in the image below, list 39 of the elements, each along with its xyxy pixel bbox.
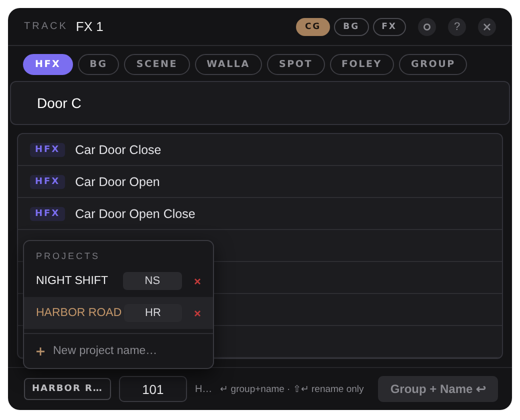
category-tab[interactable]: HFX	[23, 54, 73, 75]
mode-toggle[interactable]: FX	[372, 18, 406, 36]
category-tab[interactable]: SPOT	[266, 54, 324, 75]
mode-toggle[interactable]: BG	[334, 18, 369, 36]
project-button[interactable]: HARBOR R…	[24, 378, 111, 400]
result-name[interactable]: Car Door Close	[75, 142, 162, 156]
category-tab[interactable]: GROUP	[399, 54, 468, 75]
close-button[interactable]	[478, 18, 496, 36]
new-project-field[interactable]: New project name…	[53, 345, 193, 357]
category-tab[interactable]: BG	[78, 54, 120, 75]
delete-icon[interactable]	[194, 310, 201, 316]
project-name: NIGHT SHIFT	[36, 275, 109, 287]
category-tab[interactable]: SCENE	[124, 54, 190, 75]
shortcut-hint: ↵ group+name · ⇧↵ rename only	[220, 383, 364, 395]
category-tab[interactable]: FOLEY	[330, 54, 394, 75]
name-field[interactable]: Door C	[10, 81, 510, 125]
mode-toggle[interactable]: CG	[296, 18, 330, 36]
track-name: FX 1	[76, 19, 104, 34]
category-badge: HFX	[30, 206, 66, 220]
popup-title: PROJECTS	[35, 250, 102, 263]
track-label: TRACK	[24, 21, 68, 32]
help-button[interactable]: ?	[448, 18, 466, 36]
close-icon	[483, 22, 491, 30]
settings-button[interactable]	[418, 18, 436, 36]
result-name[interactable]: Car Door Open	[75, 174, 160, 188]
prefix-label: H…	[194, 384, 212, 394]
category-badge: HFX	[30, 142, 66, 156]
project-item[interactable]: HARBOR ROAD HR	[24, 297, 213, 329]
result-name[interactable]: Car Door Open Close	[75, 206, 196, 220]
plus-icon	[36, 346, 45, 356]
category-badge: HFX	[30, 174, 66, 188]
project-item[interactable]: NIGHT SHIFT NS	[24, 265, 213, 297]
delete-icon[interactable]	[194, 278, 201, 284]
number-field[interactable]: 101	[118, 376, 187, 402]
project-code: NS	[122, 272, 182, 290]
category-tab[interactable]: WALLA	[194, 54, 262, 75]
circle-icon	[423, 22, 431, 30]
project-code: HR	[124, 304, 182, 322]
group-name-button[interactable]: Group + Name ↩	[378, 376, 498, 402]
